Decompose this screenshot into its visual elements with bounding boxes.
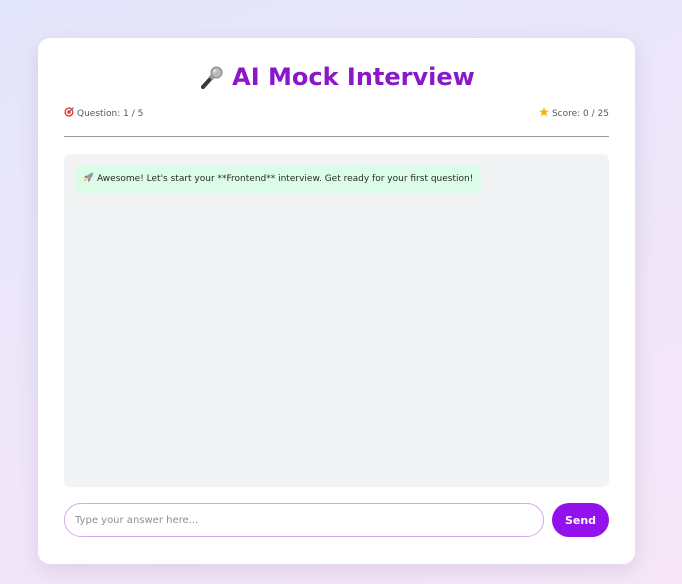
target-icon xyxy=(64,107,74,117)
interview-card: AI Mock Interview Question: 1 / 5 Score:… xyxy=(38,38,635,564)
answer-composer: Send xyxy=(64,503,609,537)
star-icon xyxy=(539,107,549,117)
page-title: AI Mock Interview xyxy=(38,62,635,92)
send-button[interactable]: Send xyxy=(552,503,609,537)
score-display: Score: 0 / 25 xyxy=(539,107,609,121)
answer-input[interactable] xyxy=(64,503,544,537)
bot-message: Awesome! Let's start your **Frontend** i… xyxy=(75,165,482,193)
chat-window[interactable]: Awesome! Let's start your **Frontend** i… xyxy=(64,154,609,487)
bot-message-text: Awesome! Let's start your **Frontend** i… xyxy=(97,174,474,184)
question-progress-text: Question: 1 / 5 xyxy=(77,109,144,119)
divider xyxy=(64,136,609,137)
page-title-text: AI Mock Interview xyxy=(232,63,475,91)
score-text: Score: 0 / 25 xyxy=(551,109,609,119)
rocket-icon xyxy=(83,172,94,183)
question-progress: Question: 1 / 5 xyxy=(64,107,143,121)
microphone-icon xyxy=(198,63,226,91)
status-bar: Question: 1 / 5 Score: 0 / 25 xyxy=(64,107,609,121)
